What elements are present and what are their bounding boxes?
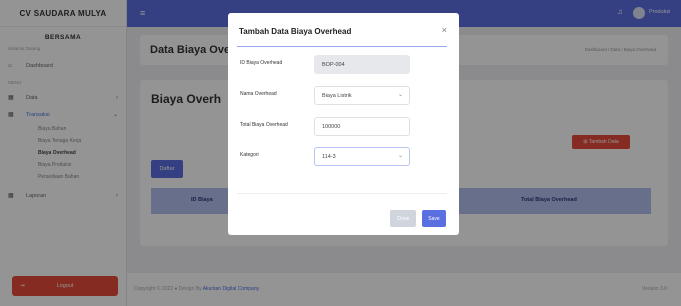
id-label: ID Biaya Overhead <box>240 60 283 66</box>
id-field: BOP-004 <box>314 55 410 74</box>
category-select[interactable]: 114-3 <box>314 147 410 166</box>
save-button[interactable]: Save <box>422 210 446 227</box>
close-button[interactable]: Close <box>390 210 416 227</box>
close-icon[interactable]: × <box>442 25 447 35</box>
name-label: Nama Overhead <box>240 91 277 97</box>
modal-footer-divider <box>237 193 447 194</box>
total-field[interactable]: 100000 <box>314 117 410 136</box>
add-overhead-modal: Tambah Data Biaya Overhead × ID Biaya Ov… <box>228 13 459 235</box>
modal-title: Tambah Data Biaya Overhead <box>239 27 352 36</box>
category-label: Kategori <box>240 152 259 158</box>
modal-divider <box>237 46 447 47</box>
total-label: Total Biaya Overhead <box>240 122 288 128</box>
name-select[interactable]: Biaya Listrik <box>314 86 410 105</box>
